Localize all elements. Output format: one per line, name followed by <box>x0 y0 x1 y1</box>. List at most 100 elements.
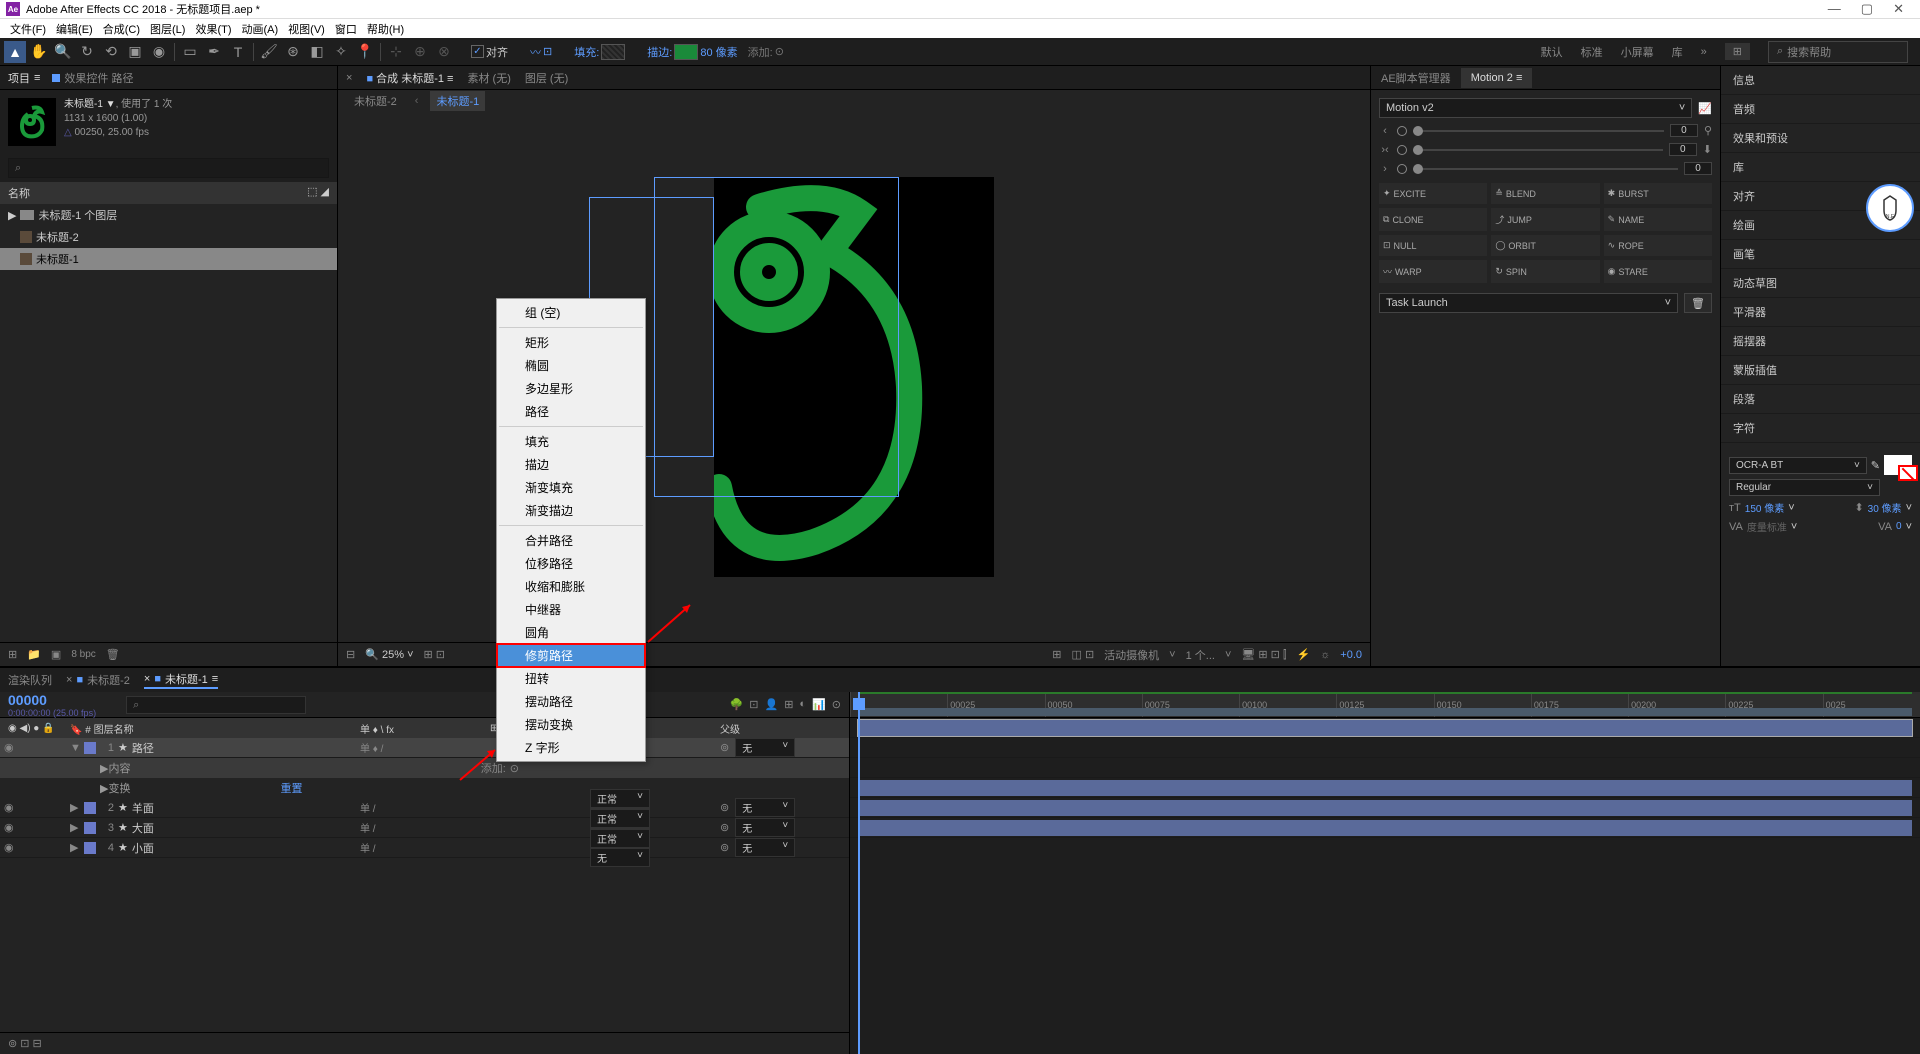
reset-link[interactable]: 重置 <box>280 780 302 796</box>
panel-library[interactable]: 库 <box>1721 153 1920 182</box>
layer-row-2[interactable]: ◉ ▶2★羊面 单 / 正常˅ 无˅ ⊚无˅ <box>0 798 849 818</box>
twirl-icon[interactable]: ▶ <box>70 841 80 854</box>
menu-group-empty[interactable]: 组 (空) <box>497 301 645 324</box>
add-shape-button[interactable]: ⊙ <box>510 762 519 775</box>
workspace-switcher[interactable]: ⊞ <box>1725 43 1750 60</box>
world-axis[interactable]: ⊕ <box>409 41 431 63</box>
menu-twist[interactable]: 扭转 <box>497 667 645 690</box>
orbit-tool[interactable]: ↻ <box>76 41 98 63</box>
motion2-burst[interactable]: ✱ BURST <box>1604 183 1712 204</box>
ease-in-slider[interactable] <box>1413 130 1664 132</box>
layer-row-1[interactable]: ◉ ▼1★路径 单 ♦ / ⊚无˅ <box>0 738 849 758</box>
layer-row-4[interactable]: ◉ ▶4★小面 单 / 正常˅ 无˅ ⊚无˅ <box>0 838 849 858</box>
motion2-blend[interactable]: ≙ BLEND <box>1491 183 1599 204</box>
stamp-tool[interactable]: ⊛ <box>282 41 304 63</box>
menu-polystar[interactable]: 多边星形 <box>497 377 645 400</box>
transparency-grid-icon[interactable]: ⊞ <box>1052 648 1061 661</box>
exposure-icon[interactable]: ☼ <box>1320 649 1330 661</box>
new-comp-icon[interactable]: ▣ <box>51 648 61 661</box>
puppet-tool[interactable]: 📍 <box>354 41 376 63</box>
menu-layer[interactable]: 图层(L) <box>146 19 189 39</box>
project-column-header[interactable]: 名称⬚ ◢ <box>0 182 337 204</box>
fill-color-swatch[interactable] <box>1884 455 1912 475</box>
zoom-tool[interactable]: 🔍 <box>52 41 74 63</box>
brainstorm-icon[interactable]: ⊙ <box>832 698 841 711</box>
snap-checkbox[interactable] <box>471 45 484 58</box>
project-item[interactable]: 未标题-1 <box>0 248 337 270</box>
menu-fill[interactable]: 填充 <box>497 430 645 453</box>
menu-offset-paths[interactable]: 位移路径 <box>497 552 645 575</box>
ease-both-slider[interactable] <box>1413 149 1663 151</box>
layer-transform-row[interactable]: ▶ 变换重置 <box>0 778 849 798</box>
interpret-footage-icon[interactable]: ⊞ <box>8 648 17 661</box>
tracking[interactable]: 0 <box>1896 521 1902 532</box>
font-family-select[interactable]: OCR-A BT ˅ <box>1729 457 1867 474</box>
motion2-spin[interactable]: ↻ SPIN <box>1491 260 1599 283</box>
tab-effect-controls[interactable]: 效果控件 路径 <box>52 70 133 86</box>
blend-mode-select[interactable]: 正常˅ <box>590 789 650 808</box>
new-folder-icon[interactable]: 📁 <box>27 648 41 661</box>
menu-trim-paths[interactable]: 修剪路径 <box>497 644 645 667</box>
twirl-icon[interactable]: ▼ <box>70 742 80 754</box>
twirl-icon[interactable]: ▶ <box>70 801 80 814</box>
fast-preview-icon[interactable]: ⚡ <box>1296 648 1310 661</box>
bpc-button[interactable]: 8 bpc <box>71 649 95 660</box>
timeline-search[interactable] <box>126 696 306 714</box>
rotate-tool[interactable]: ⟲ <box>100 41 122 63</box>
task-launch-select[interactable]: Task Launch ˅ <box>1379 293 1678 313</box>
panel-audio[interactable]: 音频 <box>1721 95 1920 124</box>
workspace-small[interactable]: 小屏幕 <box>1621 44 1654 60</box>
parent-pickwhip[interactable]: ⊚ <box>720 841 729 854</box>
blend-mode-select[interactable]: 正常˅ <box>590 829 650 848</box>
menu-help[interactable]: 帮助(H) <box>363 19 408 39</box>
motion2-graph-icon[interactable]: 📈 <box>1698 102 1712 115</box>
resolution-icon[interactable]: ⊞ ⊡ <box>424 648 446 661</box>
parent-pickwhip[interactable]: ⊚ <box>720 821 729 834</box>
graph-editor-icon[interactable]: 📊 <box>812 698 826 711</box>
menu-path[interactable]: 路径 <box>497 400 645 423</box>
views-dropdown[interactable]: 1 个... <box>1186 647 1215 663</box>
motion2-name[interactable]: ✎ NAME <box>1604 208 1712 231</box>
project-folder[interactable]: ▶ 未标题-1 个图层 <box>0 204 337 226</box>
tab-comp-1[interactable]: × ■ 未标题-1 ≡ <box>144 671 218 689</box>
layer-row-3[interactable]: ◉ ▶3★大面 单 / 正常˅ 无˅ ⊚无˅ <box>0 818 849 838</box>
comp-mini-flowchart-icon[interactable]: 🌳 <box>730 698 744 711</box>
menu-file[interactable]: 文件(F) <box>6 19 50 39</box>
playhead[interactable] <box>858 692 860 1054</box>
brush-tool[interactable]: 🖌 <box>258 41 280 63</box>
draft-3d-icon[interactable]: ⊡ <box>749 698 758 711</box>
panel-effects-presets[interactable]: 效果和预设 <box>1721 124 1920 153</box>
font-style-select[interactable]: Regular ˅ <box>1729 479 1880 496</box>
tab-project[interactable]: 项目 ≡ <box>8 70 40 86</box>
blend-mode-select[interactable]: 正常˅ <box>590 809 650 828</box>
font-size[interactable]: 150 像素 <box>1745 500 1784 515</box>
mask-icon[interactable]: ◫ ⊡ <box>1072 648 1095 661</box>
project-search-input[interactable] <box>8 158 329 178</box>
tab-comp-2[interactable]: × ■ 未标题-2 <box>66 672 130 688</box>
text-tool[interactable]: T <box>227 41 249 63</box>
minimize-button[interactable]: — <box>1828 1 1841 17</box>
anchor-tool[interactable]: ◉ <box>148 41 170 63</box>
motion2-rope[interactable]: ∿ ROPE <box>1604 235 1712 256</box>
visibility-toggle[interactable]: ◉ <box>4 821 16 834</box>
motion2-stare[interactable]: ◉ STARE <box>1604 260 1712 283</box>
menu-repeater[interactable]: 中继器 <box>497 598 645 621</box>
parent-pickwhip[interactable]: ⊚ <box>720 741 729 754</box>
motion2-preset-select[interactable]: Motion v2˅ <box>1379 98 1692 118</box>
parent-select[interactable]: 无˅ <box>735 738 795 757</box>
comp-crumb-2[interactable]: 未标题-1 <box>430 91 485 111</box>
menu-pucker-bloat[interactable]: 收缩和膨胀 <box>497 575 645 598</box>
task-delete[interactable]: 🗑 <box>1684 293 1712 313</box>
delete-icon[interactable]: 🗑 <box>106 648 120 661</box>
menu-wiggle-paths[interactable]: 摆动路径 <box>497 690 645 713</box>
motion2-null[interactable]: ⊡ NULL <box>1379 235 1487 256</box>
panel-info[interactable]: 信息 <box>1721 66 1920 95</box>
menu-view[interactable]: 视图(V) <box>284 19 329 39</box>
motion2-excite[interactable]: ✦ EXCITE <box>1379 183 1487 204</box>
rect-tool[interactable]: ▭ <box>179 41 201 63</box>
eraser-tool[interactable]: ◧ <box>306 41 328 63</box>
menu-animation[interactable]: 动画(A) <box>238 19 283 39</box>
menu-gradient-fill[interactable]: 渐变填充 <box>497 476 645 499</box>
selection-tool[interactable]: ▲ <box>4 41 26 63</box>
tab-footage[interactable]: 素材 (无) <box>467 70 510 86</box>
